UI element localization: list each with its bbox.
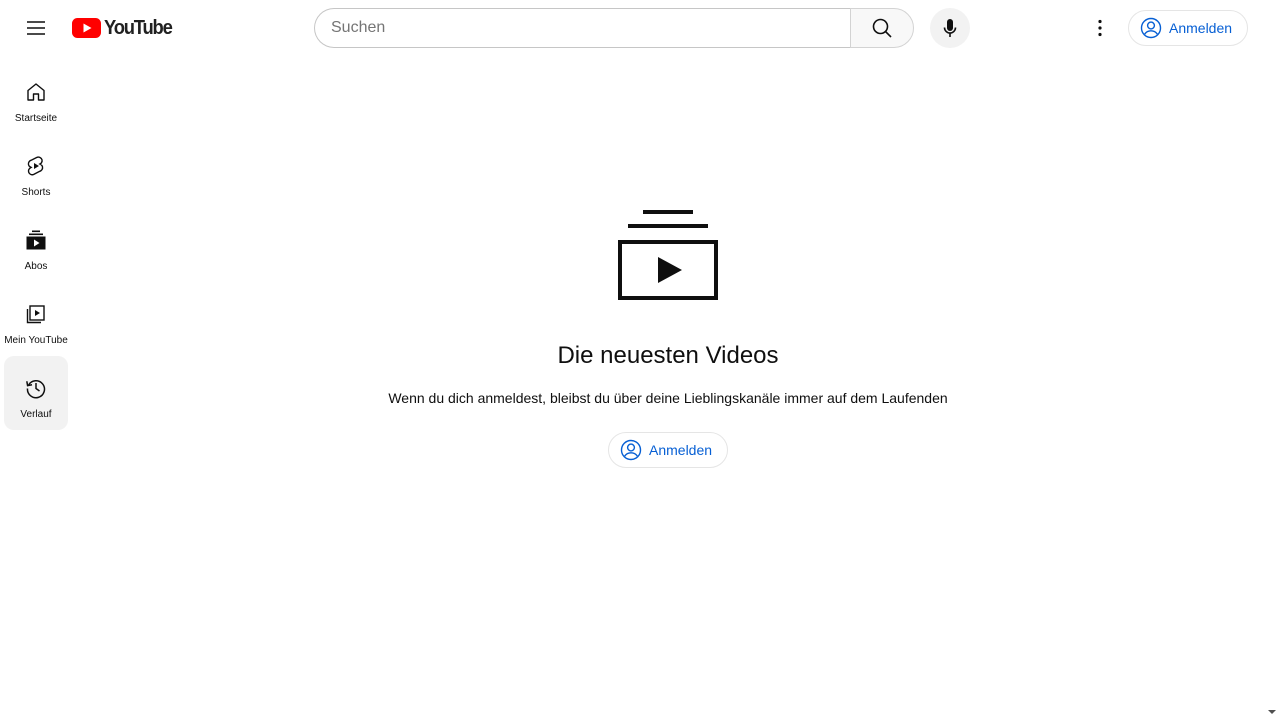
- empty-state-title: Die neuesten Videos: [557, 342, 779, 369]
- guide-label: Abos: [24, 261, 48, 272]
- youtube-logo[interactable]: YouTube: [72, 17, 177, 39]
- guide-label: Startseite: [14, 113, 58, 124]
- guide-label: Verlauf: [20, 409, 52, 420]
- search-input[interactable]: [331, 19, 851, 37]
- signin-button-header[interactable]: Anmelden: [1128, 10, 1249, 46]
- my-youtube-icon: [26, 305, 45, 324]
- subscriptions-icon: [618, 210, 718, 300]
- scroll-down-arrow-icon[interactable]: [1268, 708, 1276, 716]
- guide-item-startseite[interactable]: Startseite: [4, 60, 68, 134]
- microphone-icon: [943, 19, 957, 37]
- guide-label: Shorts: [21, 187, 51, 198]
- account-circle-icon: [620, 439, 642, 461]
- guide-item-abos[interactable]: Abos: [4, 208, 68, 282]
- settings-more-button[interactable]: [1080, 8, 1120, 48]
- more-vertical-icon: [1098, 19, 1102, 37]
- voice-search-button[interactable]: [930, 8, 970, 48]
- search-button[interactable]: [850, 8, 914, 48]
- guide-menu-button[interactable]: [16, 8, 56, 48]
- search-icon: [872, 18, 892, 38]
- shorts-icon: [27, 156, 44, 176]
- subscriptions-empty-state: Die neuesten Videos Wenn du dich anmelde…: [72, 56, 1264, 720]
- logo-wordmark: YouTube: [104, 16, 173, 39]
- empty-state-subtitle: Wenn du dich anmeldest, bleibst du über …: [388, 390, 948, 406]
- youtube-play-logo-icon: [72, 18, 101, 38]
- subscriptions-icon: [26, 230, 46, 250]
- search-box: [314, 8, 851, 48]
- account-circle-icon: [1140, 17, 1162, 39]
- signin-label: Anmelden: [649, 442, 713, 458]
- signin-label: Anmelden: [1169, 20, 1233, 36]
- guide-label: Mein YouTube: [4, 335, 68, 346]
- guide-rail: Startseite Shorts Abos Mein YouTube Verl…: [0, 56, 72, 720]
- app-root: YouTube Suchen Anmelden Startseite Short…: [0, 0, 1280, 720]
- guide-item-mein-youtube[interactable]: Mein YouTube: [4, 282, 68, 356]
- home-icon: [27, 83, 45, 101]
- masthead: YouTube Suchen Anmelden: [0, 0, 1280, 56]
- history-icon: [26, 380, 46, 399]
- signin-button-main[interactable]: Anmelden: [608, 432, 729, 468]
- hamburger-icon: [27, 21, 45, 35]
- guide-item-shorts[interactable]: Shorts: [4, 134, 68, 208]
- guide-item-verlauf[interactable]: Verlauf: [4, 356, 68, 430]
